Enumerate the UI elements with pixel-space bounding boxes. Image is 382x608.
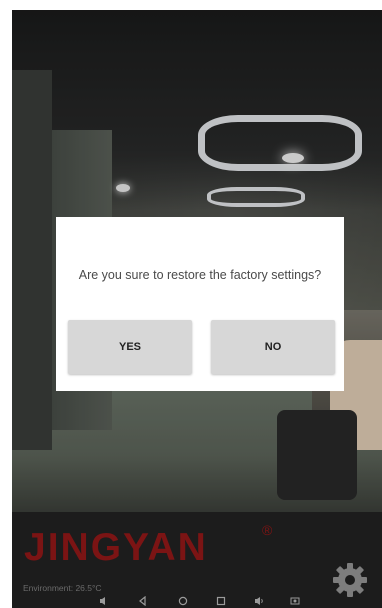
home-icon[interactable] bbox=[176, 594, 190, 608]
no-button[interactable]: NO bbox=[211, 320, 335, 374]
brand-logo: JINGYAN bbox=[24, 526, 208, 569]
registered-mark: ® bbox=[262, 522, 273, 538]
screenshot-icon[interactable] bbox=[288, 594, 302, 608]
volume-down-icon[interactable] bbox=[97, 594, 111, 608]
environment-temperature: Environment: 26.5°C bbox=[23, 583, 102, 593]
yes-button[interactable]: YES bbox=[68, 320, 192, 374]
system-nav-bar bbox=[12, 594, 382, 608]
device-screen: Are you sure to restore the factory sett… bbox=[12, 10, 382, 608]
volume-up-icon[interactable] bbox=[252, 594, 266, 608]
dialog-message: Are you sure to restore the factory sett… bbox=[78, 268, 322, 282]
back-icon[interactable] bbox=[136, 594, 150, 608]
recents-icon[interactable] bbox=[214, 594, 228, 608]
factory-reset-dialog: Are you sure to restore the factory sett… bbox=[56, 217, 344, 391]
bottom-panel: JINGYAN ® Environment: 26.5°C bbox=[12, 512, 382, 608]
